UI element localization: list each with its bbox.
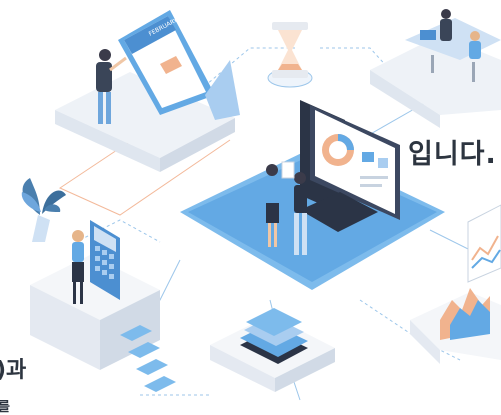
isometric-illustration: FEBRUARY bbox=[21, 9, 501, 401]
growth-chart-icon bbox=[410, 204, 501, 364]
calendar-icon: FEBRUARY bbox=[55, 10, 240, 172]
text-line-1: 입니다. bbox=[408, 139, 497, 170]
calculator-icon bbox=[30, 220, 176, 392]
books-icon bbox=[210, 308, 335, 392]
plant-icon bbox=[21, 178, 66, 242]
meeting-desk-icon bbox=[370, 9, 501, 128]
hourglass-icon bbox=[267, 22, 313, 88]
text-line-2: )과 bbox=[0, 358, 27, 383]
text-line-3: 를 bbox=[0, 400, 10, 415]
